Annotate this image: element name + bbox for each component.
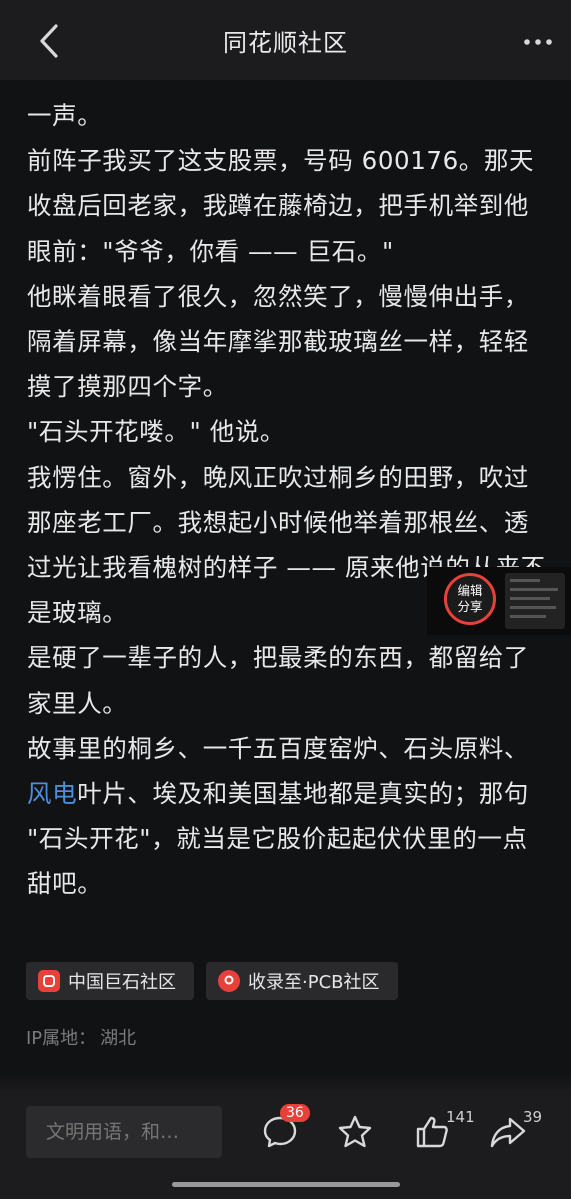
community-icon <box>38 970 60 992</box>
paragraph-text: 故事里的桐乡、一千五百度窑炉、石头原料、 <box>27 733 529 763</box>
paragraph-text: 叶片、埃及和美国基地都是真实的；那句 "石头开花"，就当是它股价起起伏伏里的一点… <box>27 779 530 899</box>
location-pin-icon <box>218 970 240 992</box>
star-icon[interactable] <box>335 1112 375 1152</box>
community-tags: 中国巨石社区 收录至·PCB社区 <box>26 962 398 1000</box>
edit-label: 编辑 <box>457 583 483 598</box>
share-count: 39 <box>523 1108 543 1126</box>
tag-pcb-community[interactable]: 收录至·PCB社区 <box>206 962 398 1000</box>
article-paragraph: "石头开花喽。" 他说。 <box>27 417 286 447</box>
comment-count-badge: 36 <box>280 1104 310 1122</box>
floating-share-widget[interactable]: 编辑 分享 <box>427 567 571 635</box>
article-paragraph: 是硬了一辈子的人，把最柔的东西，都留给了家里人。 <box>27 643 529 718</box>
page-title: 同花顺社区 <box>223 28 348 57</box>
tag-china-jushi-community[interactable]: 中国巨石社区 <box>26 962 194 1000</box>
back-arrow-icon[interactable] <box>34 22 68 60</box>
article-paragraph: 一声。 <box>27 101 103 130</box>
comment-input[interactable] <box>26 1106 222 1158</box>
ip-location: IP属地： 湖北 <box>26 1024 140 1050</box>
like-count: 141 <box>446 1108 475 1126</box>
edit-share-button[interactable]: 编辑 分享 <box>444 573 496 625</box>
article-paragraph: 前阵子我买了这支股票，号码 600176。那天收盘后回老家，我蹲在藤椅边，把手机… <box>27 146 535 266</box>
article-paragraph: 他眯着眼看了很久，忽然笑了，慢慢伸出手，隔着屏幕，像当年摩挲那截玻璃丝一样，轻轻… <box>27 281 529 402</box>
home-indicator <box>172 1182 400 1187</box>
more-dots-icon[interactable] <box>521 28 555 56</box>
divider <box>0 1075 571 1091</box>
share-label: 分享 <box>457 599 483 614</box>
article-paragraph: 故事里的桐乡、一千五百度窑炉、石头原料、风电叶片、埃及和美国基地都是真实的；那句… <box>27 726 552 907</box>
preview-thumbnail <box>505 573 565 629</box>
tag-label: 中国巨石社区 <box>68 972 176 993</box>
tag-label: 收录至·PCB社区 <box>248 972 380 993</box>
top-navigation-bar: 同花顺社区 <box>0 0 571 80</box>
ip-value: 湖北 <box>100 1028 137 1049</box>
bottom-action-bar: 36 141 39 <box>0 1090 571 1199</box>
ip-label: IP属地： <box>26 1028 97 1049</box>
article-body: 一声。 前阵子我买了这支股票，号码 600176。那天收盘后回老家，我蹲在藤椅边… <box>27 93 552 907</box>
share-arrow-icon[interactable] <box>488 1112 528 1152</box>
stock-link-fengdian[interactable]: 风电 <box>27 779 77 808</box>
